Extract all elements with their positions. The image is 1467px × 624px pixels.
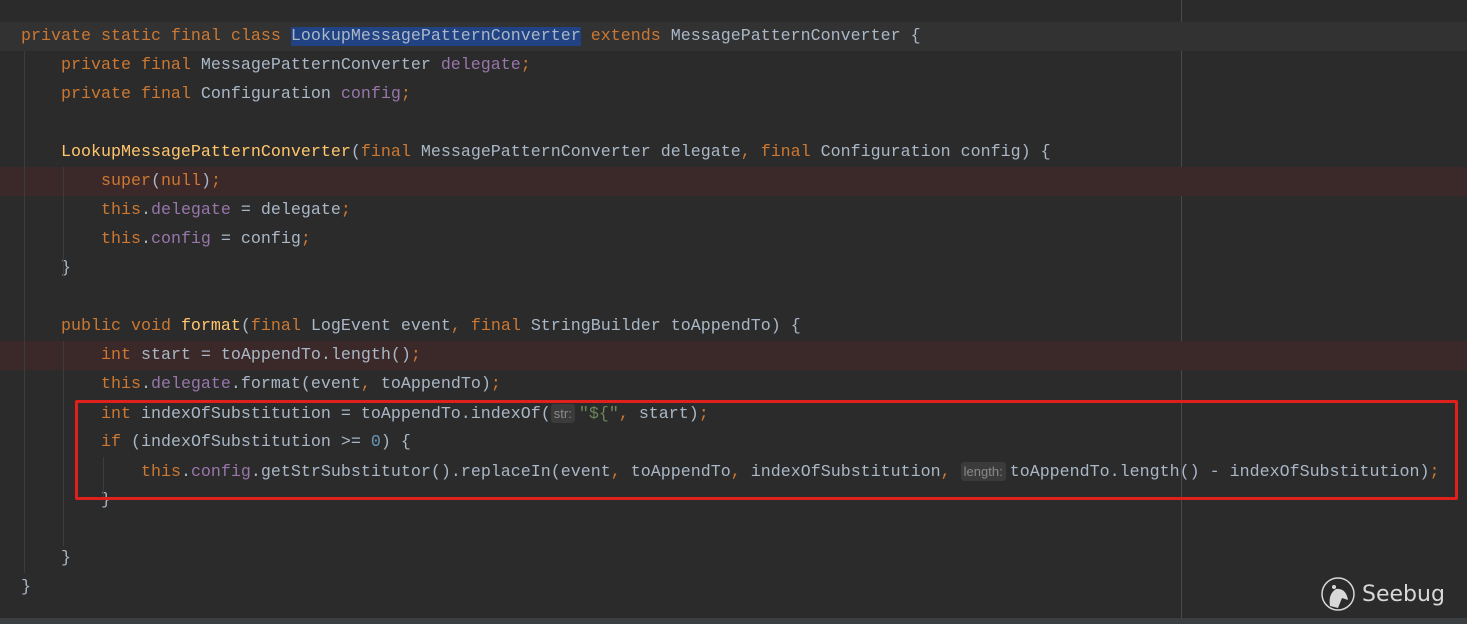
code-line[interactable]: this.delegate = delegate; <box>0 196 1467 225</box>
code-editor[interactable]: private static final class LookupMessage… <box>0 22 1467 602</box>
code-token: ; <box>340 201 351 220</box>
code-token: ) <box>200 172 211 191</box>
code-token: final <box>360 143 421 162</box>
code-token: private final <box>60 85 201 104</box>
watermark-text: Seebug <box>1362 581 1445 607</box>
indent-guide <box>63 167 64 277</box>
seebug-watermark: Seebug <box>1320 576 1445 612</box>
code-token: final <box>250 317 311 336</box>
code-token: } <box>21 549 71 568</box>
code-line[interactable]: } <box>0 544 1467 573</box>
code-token: . <box>140 201 151 220</box>
indent-guide <box>63 341 64 546</box>
code-token: . <box>140 230 151 249</box>
code-token: ; <box>410 346 421 365</box>
code-token: ; <box>490 375 501 394</box>
code-line[interactable]: } <box>0 573 1467 602</box>
code-token: private final <box>60 56 201 75</box>
code-token: = config <box>210 230 301 249</box>
code-token: format <box>180 317 241 336</box>
code-line[interactable] <box>0 109 1467 138</box>
code-token: MessagePatternConverter <box>200 56 441 75</box>
code-token: = delegate <box>230 201 341 220</box>
code-token: null <box>160 172 201 191</box>
code-line[interactable]: } <box>0 254 1467 283</box>
code-token: .format(event <box>230 375 361 394</box>
code-line[interactable] <box>0 283 1467 312</box>
code-token: StringBuilder toAppendTo) { <box>530 317 801 336</box>
code-token: delegate <box>150 201 231 220</box>
code-token: , final <box>450 317 531 336</box>
code-token: MessagePatternConverter { <box>670 27 921 46</box>
code-token: LookupMessagePatternConverter <box>60 143 351 162</box>
code-token: ( <box>240 317 251 336</box>
code-line[interactable]: int start = toAppendTo.length(); <box>0 341 1467 370</box>
code-token: this <box>100 230 141 249</box>
code-token: start = toAppendTo.length() <box>140 346 411 365</box>
seebug-logo-icon <box>1321 577 1355 611</box>
code-token: ( <box>350 143 361 162</box>
highlight-annotation-box <box>75 400 1458 500</box>
code-token: ; <box>300 230 311 249</box>
code-token: . <box>140 375 151 394</box>
code-line[interactable]: private final Configuration config; <box>0 80 1467 109</box>
code-line[interactable]: private static final class LookupMessage… <box>0 22 1467 51</box>
code-token: LogEvent event <box>310 317 451 336</box>
code-token: delegate <box>440 56 521 75</box>
code-token: this <box>100 375 141 394</box>
code-line[interactable] <box>0 515 1467 544</box>
code-token: config <box>150 230 211 249</box>
code-token: toAppendTo) <box>380 375 491 394</box>
code-line[interactable]: this.delegate.format(event, toAppendTo); <box>0 370 1467 399</box>
code-line[interactable]: public void format(final LogEvent event,… <box>0 312 1467 341</box>
code-line[interactable]: this.config = config; <box>0 225 1467 254</box>
indent-guide <box>24 51 25 573</box>
code-line[interactable]: private final MessagePatternConverter de… <box>0 51 1467 80</box>
code-token: ; <box>520 56 531 75</box>
code-line[interactable]: LookupMessagePatternConverter(final Mess… <box>0 138 1467 167</box>
code-token: MessagePatternConverter delegate <box>420 143 741 162</box>
code-token: Configuration config) { <box>820 143 1051 162</box>
code-token: } <box>21 578 31 597</box>
code-token: int <box>100 346 141 365</box>
code-token: , final <box>740 143 821 162</box>
code-token: ; <box>210 172 221 191</box>
code-token: config <box>340 85 401 104</box>
code-token: ( <box>150 172 161 191</box>
code-token: , <box>360 375 381 394</box>
code-token: private static final class <box>21 27 291 46</box>
code-token: Configuration <box>200 85 341 104</box>
code-token: delegate <box>150 375 231 394</box>
selected-text: LookupMessagePatternConverter <box>290 27 581 46</box>
code-token: super <box>100 172 151 191</box>
code-token: this <box>100 201 141 220</box>
code-token: ; <box>400 85 411 104</box>
bottom-scroll-area[interactable] <box>0 618 1467 624</box>
code-line[interactable]: super(null); <box>0 167 1467 196</box>
code-token: extends <box>580 27 671 46</box>
code-token: public void <box>60 317 181 336</box>
